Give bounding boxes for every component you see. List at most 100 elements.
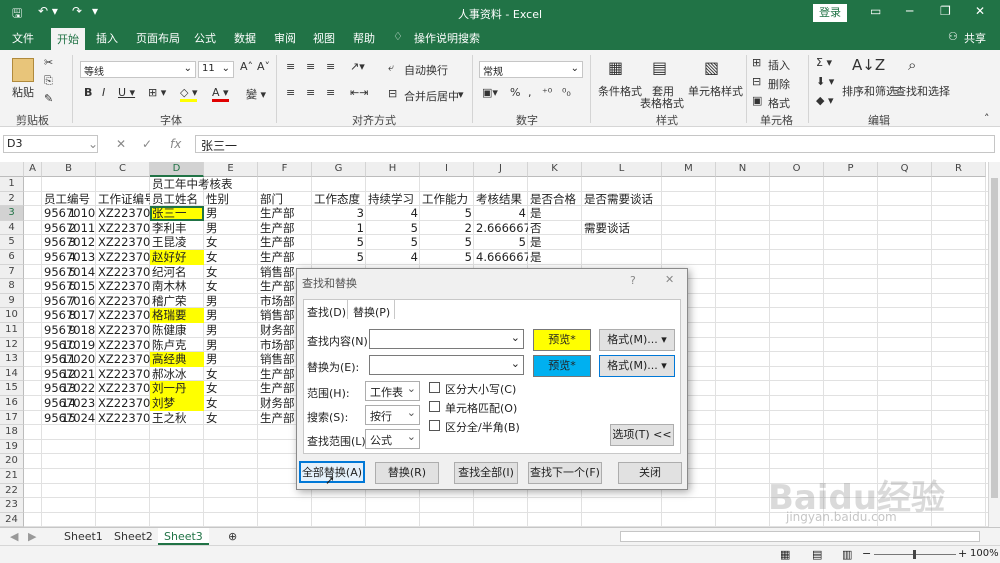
table-cell[interactable]: 9567019 [42,338,96,353]
table-cell[interactable]: 9567020 [42,352,96,367]
row-header-24[interactable]: 24 [0,512,24,528]
dialog-close-icon[interactable]: ✕ [665,273,674,286]
table-cell[interactable]: 9567015 [42,279,96,294]
match-width-checkbox[interactable] [429,420,440,431]
tab-find[interactable]: 查找(D) [307,304,346,320]
tab-file[interactable]: 文件 [12,30,34,46]
tab-review[interactable]: 审阅 [274,30,296,46]
row-header-18[interactable]: 18 [0,425,24,440]
close-button[interactable]: 关闭 [618,462,682,484]
share-icon[interactable]: ⚇ [948,30,958,43]
cancel-icon[interactable]: ✕ [116,137,126,151]
table-cell[interactable]: 否 [528,221,582,236]
column-header-L[interactable]: L [582,162,662,177]
normal-view-icon[interactable]: ▦ [780,548,790,561]
table-cell[interactable]: 女 [204,367,258,382]
table-cell[interactable]: 4 [474,206,528,221]
column-title[interactable]: 部门 [258,192,312,207]
name-cell[interactable]: 刘一丹 [150,381,204,396]
column-header-O[interactable]: O [770,162,824,177]
name-cell[interactable]: 郝冰冰 [150,367,204,382]
table-cell[interactable]: 5 [420,206,474,221]
scope-select[interactable]: 工作表 [365,381,420,401]
name-cell[interactable]: 王昆凌 [150,235,204,250]
look-in-select[interactable]: 公式 [365,429,420,449]
name-cell[interactable]: 稽广荣 [150,294,204,309]
table-cell[interactable]: 男 [204,323,258,338]
row-header-15[interactable]: 15 [0,381,24,396]
fill-icon[interactable]: ⬇ ▾ [816,75,834,88]
find-format-button[interactable]: 格式(M)... ▾ [599,329,675,351]
accounting-icon[interactable]: ▣▾ [482,86,498,99]
format-painter-icon[interactable]: ✎ [44,92,53,105]
table-cell[interactable]: 需要谈话 [582,221,662,236]
align-left-icon[interactable]: ≡ [286,86,295,99]
align-right-icon[interactable]: ≡ [326,86,335,99]
row-header-22[interactable]: 22 [0,483,24,499]
table-cell[interactable]: 9567021 [42,367,96,382]
name-box[interactable]: D3 [3,135,98,153]
collapse-ribbon-icon[interactable]: ˄ [984,112,990,125]
row-header-7[interactable]: 7 [0,264,24,280]
row-header-4[interactable]: 4 [0,220,24,236]
cut-icon[interactable]: ✂ [44,56,53,69]
name-cell[interactable]: 刘梦 [150,396,204,411]
column-header-P[interactable]: P [824,162,878,177]
name-cell[interactable]: 高经典 [150,352,204,367]
page-break-view-icon[interactable]: ▥ [842,548,852,561]
column-header-F[interactable]: F [258,162,312,177]
font-size-select[interactable]: 11 ⌄ [198,61,234,78]
column-title[interactable]: 员工编号 [42,192,96,207]
fill-color-icon[interactable]: ◇ ▾ [180,86,198,102]
decrease-decimal-icon[interactable]: ⁰₀ [562,86,571,99]
find-select-button[interactable]: 查找和选择 [895,83,950,99]
name-cell[interactable]: 李利丰 [150,221,204,236]
italic-icon[interactable]: I [102,86,105,99]
column-header-N[interactable]: N [716,162,770,177]
insert-cells-button[interactable]: 插入 [768,57,790,73]
column-header-D[interactable]: D [150,162,204,177]
maximize-icon[interactable]: ❐ [940,4,951,18]
column-header-I[interactable]: I [420,162,474,177]
zoom-thumb[interactable] [913,550,916,559]
name-cell[interactable]: 陈卢克 [150,338,204,353]
column-header-Q[interactable]: Q [878,162,932,177]
name-cell[interactable]: 赵好好 [150,250,204,265]
table-cell[interactable]: 9567017 [42,308,96,323]
table-cell[interactable]: 5 [312,235,366,250]
table-cell[interactable]: 是 [528,250,582,265]
wrap-text-button[interactable]: 自动换行 [404,62,448,78]
enter-icon[interactable]: ✓ [142,137,152,151]
format-cells-button[interactable]: 格式 [768,95,790,111]
insert-function-icon[interactable]: fx [170,137,181,151]
table-cell[interactable]: XZ223701 [96,323,150,338]
vertical-scrollbar[interactable] [988,162,1000,527]
tab-formulas[interactable]: 公式 [194,30,216,46]
table-cell[interactable]: 3 [312,206,366,221]
match-cell-checkbox[interactable] [429,401,440,412]
page-layout-view-icon[interactable]: ▤ [812,548,822,561]
font-color-icon[interactable]: A ▾ [212,86,229,102]
table-cell[interactable]: 女 [204,396,258,411]
row-header-12[interactable]: 12 [0,337,24,353]
row-header-19[interactable]: 19 [0,439,24,455]
row-header-17[interactable]: 17 [0,410,24,426]
table-cell[interactable]: 9567010 [42,206,96,221]
table-cell[interactable]: 9567012 [42,235,96,250]
column-header-R[interactable]: R [932,162,986,177]
horizontal-scrollbar[interactable] [620,531,980,542]
zoom-out-icon[interactable]: − [862,547,871,560]
row-header-20[interactable]: 20 [0,454,24,469]
phonetic-icon[interactable]: 變 ▾ [246,86,266,102]
namebox-dropdown-icon[interactable]: ⌄ [88,137,98,151]
align-middle-icon[interactable]: ≡ [306,60,315,73]
table-cell[interactable]: 男 [204,294,258,309]
align-bottom-icon[interactable]: ≡ [326,60,335,73]
row-header-1[interactable]: 1 [0,177,24,192]
row-header-9[interactable]: 9 [0,293,24,309]
table-cell[interactable]: XZ223702 [96,381,150,396]
table-cell[interactable]: 是 [528,235,582,250]
column-header-C[interactable]: C [96,162,150,177]
sheet-tab-2[interactable]: Sheet2 [108,528,159,545]
select-all-corner[interactable] [0,162,24,177]
